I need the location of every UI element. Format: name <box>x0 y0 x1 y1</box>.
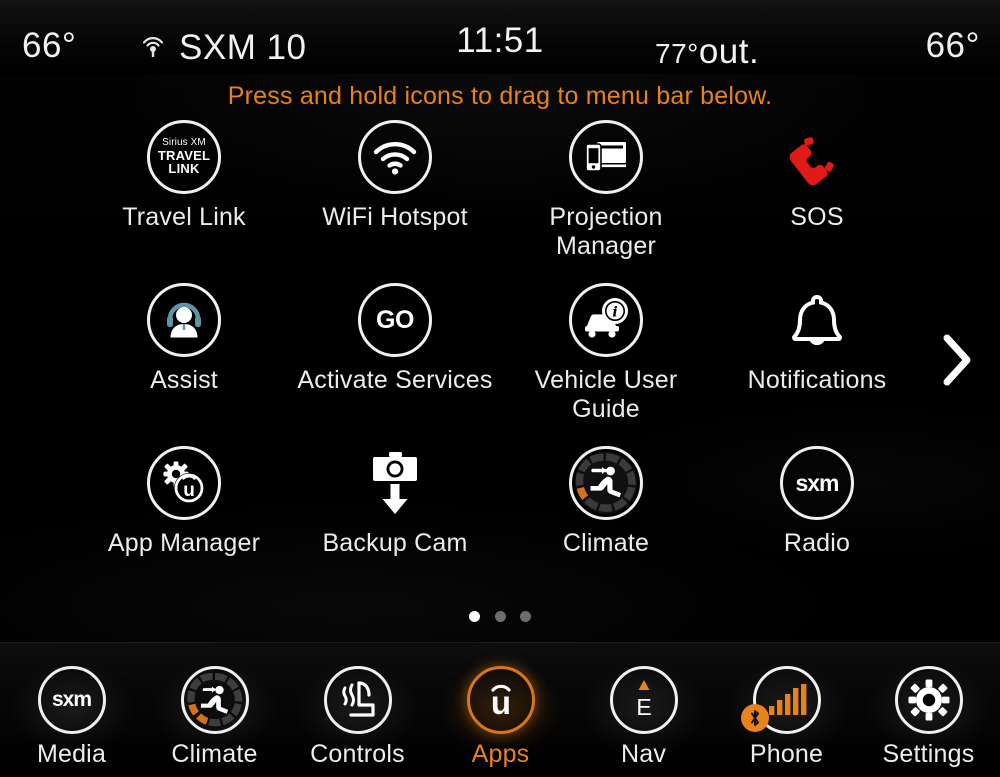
app-projection-manager[interactable]: Projection Manager <box>501 120 711 261</box>
app-manager-uconnect-gear-icon: u <box>147 446 221 520</box>
outside-temperature-suffix: out. <box>698 32 760 71</box>
media-badge-text: sxm <box>51 688 92 711</box>
sirius-xm-travel-link-icon: Sirius XM TRAVEL LINK <box>147 120 221 194</box>
menu-item-apps[interactable]: u Apps <box>429 663 572 769</box>
activate-services-go-icon: GO <box>358 283 432 357</box>
assist-headset-person-icon <box>147 283 221 357</box>
menu-item-label: Phone <box>749 740 824 768</box>
app-grid: Sirius XM TRAVEL LINK Travel Link WiFi H… <box>0 112 1000 572</box>
pagination-dot-3[interactable] <box>519 611 531 622</box>
menu-item-label: Nav <box>620 740 667 768</box>
go-badge-text: GO <box>376 305 414 334</box>
app-wifi-hotspot[interactable]: WiFi Hotspot <box>290 120 500 232</box>
svg-text:i: i <box>612 305 617 321</box>
menu-item-label: Settings <box>882 740 975 768</box>
menu-item-label: Climate <box>171 740 258 768</box>
menu-bar: sxm Media Climate Controls u Apps E Nav … <box>0 642 1000 777</box>
projection-manager-icon <box>569 120 643 194</box>
outside-temperature: 77°out. <box>655 34 759 69</box>
app-travel-link[interactable]: Sirius XM TRAVEL LINK Travel Link <box>79 120 289 232</box>
menu-item-label: Controls <box>310 740 405 768</box>
infotainment-screen: 66° SXM 10 11:51 77°out. 66° Press and h… <box>0 0 1000 777</box>
app-climate[interactable]: Climate <box>501 446 711 558</box>
chevron-right-icon[interactable] <box>934 330 980 390</box>
climate-dial-icon <box>569 446 643 520</box>
app-label: Vehicle User Guide <box>534 366 678 423</box>
menu-item-settings[interactable]: Settings <box>857 663 1000 769</box>
status-bar: 66° SXM 10 11:51 77°out. 66° <box>0 0 1000 74</box>
app-radio[interactable]: sxm Radio <box>712 446 922 558</box>
pagination-dot-1[interactable] <box>469 611 481 622</box>
app-notifications[interactable]: Notifications <box>712 283 922 395</box>
travel-link-badge-line2: TRAVEL <box>157 147 211 163</box>
phone-signal-bars-icon <box>740 666 821 734</box>
svg-text:E: E <box>636 694 651 720</box>
app-label: App Manager <box>107 529 261 557</box>
heated-seat-icon <box>323 666 392 734</box>
vehicle-user-guide-icon: i <box>569 283 643 357</box>
app-label: Radio <box>783 529 851 557</box>
drag-hint-text: Press and hold icons to drag to menu bar… <box>227 82 773 110</box>
menu-item-phone[interactable]: Phone <box>715 663 858 769</box>
app-label: Activate Services <box>297 366 493 394</box>
sxm-radio-icon: sxm <box>780 446 854 520</box>
passenger-temperature: 66° <box>925 26 980 65</box>
backup-cam-camera-icon <box>358 446 432 520</box>
app-app-manager[interactable]: u App Manager <box>79 446 289 558</box>
app-label: Notifications <box>747 366 887 394</box>
app-label: WiFi Hotspot <box>322 203 468 231</box>
climate-dial-icon <box>180 666 249 734</box>
app-activate-services[interactable]: GO Activate Services <box>290 283 500 395</box>
menu-item-label: Media <box>36 740 107 768</box>
sxm-badge-text: sxm <box>795 469 839 496</box>
uconnect-apps-icon: u <box>466 666 535 734</box>
app-label: Backup Cam <box>322 529 468 557</box>
travel-link-badge-line3: LINK <box>168 161 200 177</box>
app-label: Assist <box>150 366 218 394</box>
app-backup-cam[interactable]: Backup Cam <box>290 446 500 558</box>
sos-phone-icon <box>780 120 854 194</box>
app-label: Travel Link <box>122 203 246 231</box>
menu-item-nav[interactable]: E Nav <box>572 663 715 769</box>
menu-item-controls[interactable]: Controls <box>286 663 429 769</box>
svg-text:u: u <box>183 480 195 501</box>
app-assist[interactable]: Assist <box>79 283 289 395</box>
app-vehicle-user-guide[interactable]: i Vehicle User Guide <box>501 283 711 424</box>
pagination-dot-2[interactable] <box>494 611 506 622</box>
bluetooth-icon <box>740 704 769 732</box>
nav-compass-icon: E <box>609 666 678 734</box>
clock: 11:51 <box>456 21 544 60</box>
outside-temperature-value: 77° <box>655 38 699 69</box>
pagination-dots[interactable] <box>0 609 1000 627</box>
app-label: SOS <box>790 203 844 231</box>
sxm-media-icon: sxm <box>37 666 106 734</box>
notifications-bell-icon <box>780 283 854 357</box>
wifi-hotspot-icon <box>358 120 432 194</box>
menu-item-climate[interactable]: Climate <box>143 663 286 769</box>
app-label: Projection Manager <box>549 203 663 260</box>
menu-item-media[interactable]: sxm Media <box>0 663 143 769</box>
menu-item-label: Apps <box>471 740 530 768</box>
app-label: Climate <box>562 529 650 557</box>
app-sos[interactable]: SOS <box>712 120 922 232</box>
settings-gear-icon <box>894 666 963 734</box>
